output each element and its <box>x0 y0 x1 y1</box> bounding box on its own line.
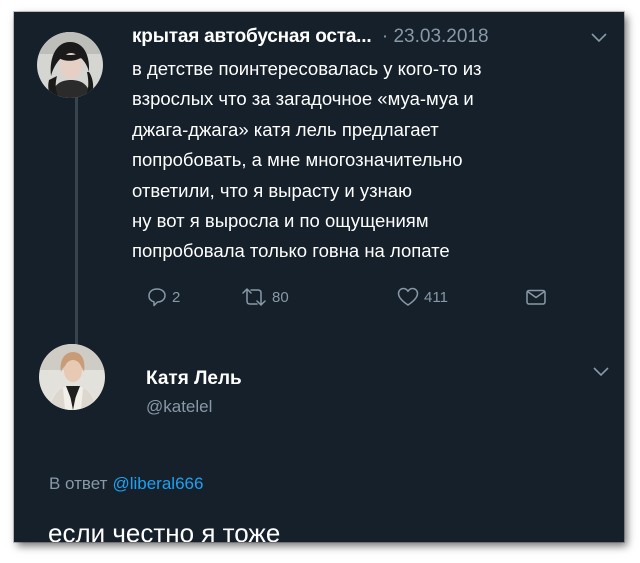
avatar[interactable] <box>37 32 103 98</box>
like-button[interactable]: 411 <box>396 284 448 310</box>
envelope-icon <box>526 289 546 305</box>
author-handle[interactable]: @katelel <box>146 397 212 417</box>
tweet-text-line: ответили, что я вырасту и узнаю <box>132 179 412 201</box>
retweet-icon <box>242 288 266 306</box>
tweet-actions-bar: 2 80 411 <box>132 284 572 310</box>
retweet-button[interactable]: 80 <box>240 284 289 310</box>
tweet-text-line: джага-джага» катя лель предлагает <box>132 118 439 140</box>
tweet-text-line: взрослых что за загадочное «муа-муа и <box>132 88 474 110</box>
chevron-down-icon[interactable] <box>592 366 610 378</box>
tweet-text-line: ну вот я выросла и по ощущениям <box>132 210 429 232</box>
tweet-date[interactable]: · 23.03.2018 <box>382 26 489 47</box>
tweet-screenshot-frame: крытая автобусная оста... · 23.03.2018 в… <box>14 12 624 542</box>
retweet-count: 80 <box>272 288 289 306</box>
tweet-text: если честно я тоже <box>48 518 281 542</box>
heart-icon <box>397 287 419 306</box>
reply-mention-link[interactable]: @liberal666 <box>112 474 203 493</box>
like-count: 411 <box>424 288 448 306</box>
author-name[interactable]: Катя Лель <box>146 368 242 390</box>
tweet-header: крытая автобусная оста... · 23.03.2018 <box>132 26 602 50</box>
reply-button[interactable]: 2 <box>146 284 180 310</box>
tweet-text-line: попробовать, а мне многозначительно <box>132 149 463 171</box>
thread-connector-line <box>75 92 78 350</box>
tweet-text-line: в детстве поинтересовалась у кого-то из <box>132 58 482 79</box>
reply-prefix: В ответ <box>49 474 108 493</box>
avatar[interactable] <box>39 344 105 410</box>
reply-icon <box>148 288 166 307</box>
tweet-text-line: попробовала только говна на лопате <box>132 240 450 262</box>
tweet-text: в детстве поинтересовалась у кого-то из … <box>132 54 602 267</box>
author-name[interactable]: крытая автобусная оста... <box>132 26 372 47</box>
reply-count: 2 <box>172 288 181 306</box>
chevron-down-icon[interactable] <box>590 32 608 44</box>
direct-message-button[interactable] <box>524 284 548 310</box>
reply-context: В ответ @liberal666 <box>49 474 203 494</box>
